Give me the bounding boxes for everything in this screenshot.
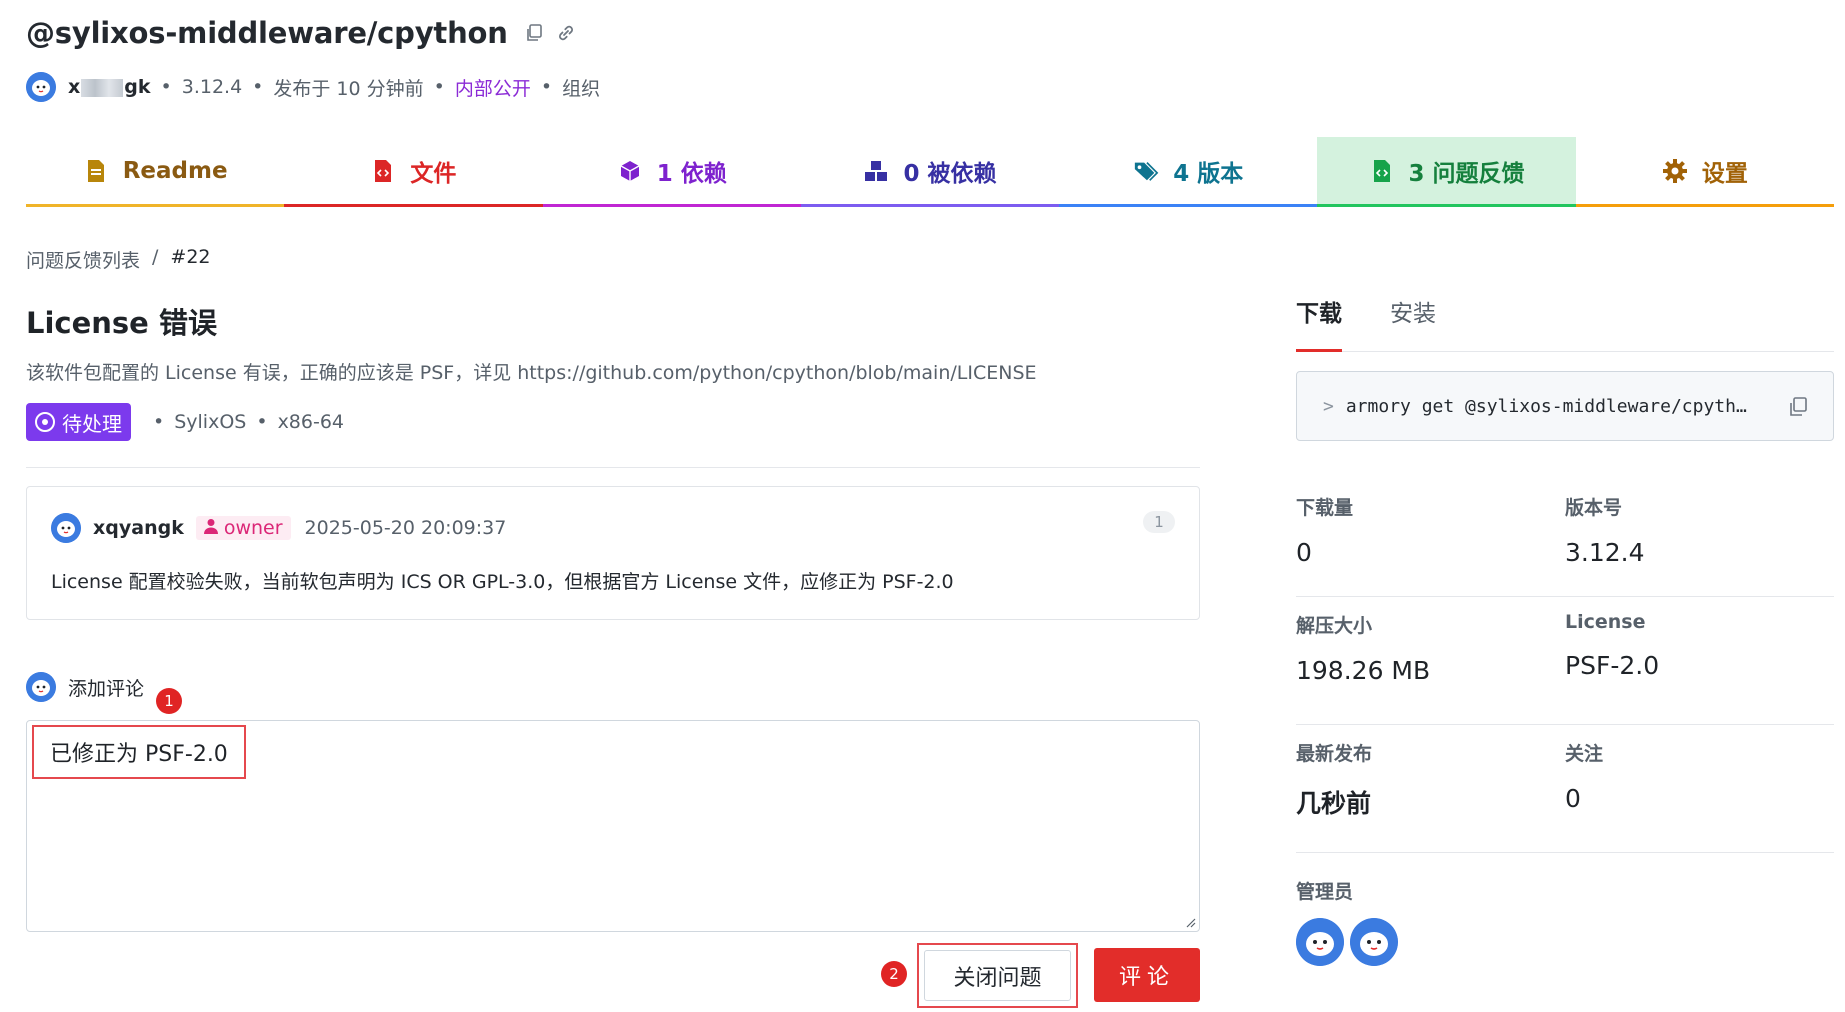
tab-dependents[interactable]: 0 被依赖 xyxy=(800,137,1060,207)
version-text: 3.12.4 xyxy=(181,76,243,98)
install-command[interactable]: > armory get @sylixos-middleware/cpyth… xyxy=(1296,371,1834,441)
tab-settings[interactable]: 设置 xyxy=(1575,137,1834,207)
tab-label: 文件 xyxy=(410,160,457,187)
tab-dependencies[interactable]: 1 依赖 xyxy=(542,137,801,207)
issue-description: 该软件包配置的 License 有误，正确的应该是 PSF，详见 https:/… xyxy=(26,362,1037,384)
copy-icon[interactable] xyxy=(1787,396,1809,418)
breadcrumb-separator: / xyxy=(152,246,159,268)
tab-label: 设置 xyxy=(1701,160,1748,187)
published-time: 发布于 10 分钟前 xyxy=(273,77,424,100)
tab-label: 0 被依赖 xyxy=(903,160,997,187)
command-text: armory get @sylixos-middleware/cpyth… xyxy=(1345,395,1747,417)
stat-license: License PSF-2.0 xyxy=(1565,611,1660,680)
breadcrumb-current: #22 xyxy=(170,246,211,268)
comment-count-badge: 1 xyxy=(1143,511,1175,533)
current-user-avatar xyxy=(26,672,56,702)
visibility-link[interactable]: 内部公开 xyxy=(455,74,531,101)
admin-avatar[interactable] xyxy=(1296,918,1344,966)
stat-version: 版本号 3.12.4 xyxy=(1565,497,1645,567)
admin-avatar[interactable] xyxy=(1350,918,1398,966)
issue-open-icon xyxy=(35,412,55,432)
stat-followers: 关注 0 xyxy=(1565,743,1604,813)
comment-input-text[interactable]: 已修正为 PSF-2.0 xyxy=(32,725,246,779)
sidebar: 下载 安装 > armory get @sylixos-middleware/c… xyxy=(1296,290,1834,966)
tab-label: 1 依赖 xyxy=(656,160,727,187)
prompt-glyph: > xyxy=(1323,395,1334,417)
file-code-icon xyxy=(370,158,396,184)
tab-files[interactable]: 文件 xyxy=(284,137,543,207)
stat-latest-release: 最新发布 几秒前 xyxy=(1296,743,1373,818)
issue-status-row: 待处理 • SylixOS • x86-64 xyxy=(26,403,344,441)
issue-os: SylixOS xyxy=(174,411,247,433)
comment-body: License 配置校验失败，当前软包声明为 ICS OR GPL-3.0，但根… xyxy=(51,571,954,593)
file-code-green-icon xyxy=(1369,158,1395,184)
issue-arch: x86-64 xyxy=(277,411,345,433)
tab-versions[interactable]: 4 版本 xyxy=(1059,137,1318,207)
breadcrumb: 问题反馈列表 / #22 xyxy=(26,246,211,273)
admins-section: 管理员 xyxy=(1296,877,1834,966)
gear-icon xyxy=(1662,158,1688,184)
commenter-avatar[interactable] xyxy=(51,513,81,543)
annotation-marker-1: 1 xyxy=(156,688,182,714)
package-stats: 下载量 0 版本号 3.12.4 解压大小 198.26 MB License … xyxy=(1296,479,1834,853)
comment-author[interactable]: xqyangk xyxy=(93,517,184,539)
link-icon[interactable] xyxy=(554,21,578,45)
author-avatar[interactable] xyxy=(26,72,56,102)
divider xyxy=(26,467,1200,468)
issue-title: License 错误 xyxy=(26,306,217,340)
tags-icon xyxy=(1133,158,1159,184)
comment-textarea[interactable]: 已修正为 PSF-2.0 xyxy=(26,720,1200,932)
tab-install[interactable]: 安装 xyxy=(1390,290,1436,352)
breadcrumb-issues-link[interactable]: 问题反馈列表 xyxy=(26,246,140,273)
tab-download[interactable]: 下载 xyxy=(1296,290,1342,352)
tab-label: Readme xyxy=(122,157,228,184)
stat-unpacked-size: 解压大小 198.26 MB xyxy=(1296,615,1431,685)
annotation-marker-2: 2 xyxy=(881,961,907,987)
tab-readme[interactable]: Readme xyxy=(26,137,285,207)
tab-label: 4 版本 xyxy=(1173,160,1244,187)
copy-icon[interactable] xyxy=(522,21,546,45)
status-badge: 待处理 xyxy=(26,403,131,441)
box-icon xyxy=(617,158,643,184)
resize-handle-icon[interactable] xyxy=(1184,916,1196,928)
submit-comment-button[interactable]: 评论 xyxy=(1094,948,1200,1002)
add-comment-header: 添加评论 xyxy=(26,672,144,702)
redacted-name xyxy=(81,78,124,97)
tab-issues[interactable]: 3 问题反馈 xyxy=(1317,137,1576,207)
comment-time: 2025-05-20 20:09:37 xyxy=(304,517,507,539)
admins-label: 管理员 xyxy=(1296,881,1354,903)
stat-downloads: 下载量 0 xyxy=(1296,497,1354,567)
owner-type: 组织 xyxy=(562,77,601,100)
package-title: @sylixos-middleware/cpython xyxy=(26,16,508,50)
package-tabs: Readme 文件 1 依赖 0 被依赖 4 版本 3 问题反馈 设置 xyxy=(26,137,1834,207)
comment-card: xqyangk owner 2025-05-20 20:09:37 1 Lice… xyxy=(26,486,1200,620)
owner-badge: owner xyxy=(195,516,291,540)
user-icon xyxy=(203,517,218,539)
close-issue-button[interactable]: 关闭问题 xyxy=(924,950,1071,1001)
add-comment-label: 添加评论 xyxy=(68,677,145,700)
author-name[interactable]: x gk xyxy=(68,76,151,98)
readme-icon xyxy=(83,158,109,184)
package-header: @sylixos-middleware/cpython x gk • 3.12.4… xyxy=(26,14,1826,104)
tab-label: 3 问题反馈 xyxy=(1408,160,1525,187)
sidebar-tabs: 下载 安装 xyxy=(1296,290,1834,352)
close-issue-highlight: 关闭问题 xyxy=(917,943,1078,1008)
boxes-icon xyxy=(863,158,889,184)
